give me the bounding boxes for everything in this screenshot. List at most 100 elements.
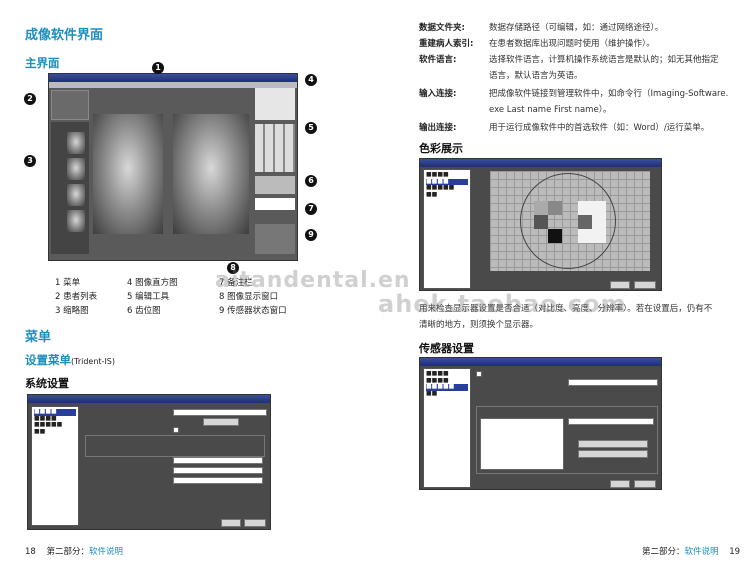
callout-2: 2 [24,93,36,105]
menu-heading: 菜单 [25,330,52,345]
settings-menu-heading: 设置菜单(Trident-IS) [25,352,115,368]
gray-block [534,215,548,229]
sensor-checkbox[interactable] [476,371,482,377]
output-link-field[interactable] [173,477,263,484]
patient-list [51,90,89,120]
page-title: 成像软件界面 [25,28,104,43]
main-ui-heading: 主界面 [25,56,60,70]
settings-menu-label: 设置菜单 [25,353,71,367]
desc-text: 语言，默认语言为英语。 [489,71,583,81]
footer-section: 第二部分： [642,547,685,557]
window-titlebar [49,74,297,82]
tree-item[interactable]: ■■ [34,428,76,436]
browse-button[interactable] [203,418,239,426]
ok-button[interactable] [221,519,241,527]
window-titlebar [28,395,270,403]
callout-4: 4 [305,74,317,86]
sensor-status-window [255,224,295,254]
sensor-settings-screenshot: ■■■■ ■■■■ ■■■■■ ■■ [419,357,662,490]
desc-label: 输入连接: [419,89,457,99]
callout-3: 3 [24,155,36,167]
footer-section-name: 软件说明 [684,547,719,557]
page-number: 19 [729,547,741,557]
sensor-select[interactable] [568,379,658,386]
legend-item: 2 患者列表 [55,292,98,302]
gray-block [548,229,562,243]
desc-text: 用于运行成像软件中的首选软件（如：Word）/运行菜单。 [489,123,710,133]
callout-1: 1 [152,62,164,74]
desc-label: 输出连接: [419,123,457,133]
desc-label: 重建病人索引: [419,39,474,49]
image-display-right[interactable] [173,114,249,234]
main-ui-screenshot [48,73,298,261]
desc-row: 输出连接: 用于运行成像软件中的首选软件（如：Word）/运行菜单。 [419,120,739,136]
desc-text: 选择软件语言，计算机操作系统语言是默认的；如无其他指定 [489,55,719,65]
tree-item[interactable]: ■■ [426,390,468,398]
sensor-list[interactable] [480,418,564,470]
data-folder-field[interactable] [173,409,267,416]
gray-block [548,201,562,215]
sensor-button-2[interactable] [578,450,648,458]
settings-panel [85,435,265,457]
color-display-heading: 色彩展示 [419,142,463,155]
footer-section-name: 软件说明 [89,547,124,557]
legend-item: 4 图像直方图 [127,278,178,288]
thumbnail[interactable] [67,132,85,154]
settings-description-list: 数据文件夹: 数据存储路径（可编辑，如：通过网络途径）。 重建病人索引: 在患者… [419,20,739,136]
histogram [255,88,295,120]
language-select[interactable] [173,457,263,464]
gray-block [578,215,592,229]
input-link-field[interactable] [173,467,263,474]
watermark: ahek.taobao.com [378,290,627,318]
settings-tree[interactable]: ■■■■ ■■■■ ■■■■■ ■■ [423,169,471,289]
sensor-button-1[interactable] [578,440,648,448]
desc-row: 重建病人索引: 在患者数据库出现问题时使用（维护操作）。 [419,36,739,52]
sensor-settings-heading: 传感器设置 [419,342,474,355]
tree-item[interactable]: ■■ [426,191,468,199]
window-titlebar [420,159,661,167]
sensor-type-select[interactable] [568,418,654,425]
thumbnail[interactable] [67,158,85,180]
callout-9: 9 [305,229,317,241]
test-pattern [490,171,650,271]
right-footer: 第二部分：软件说明 19 [642,545,740,557]
settings-tree[interactable]: ■■■■ ■■■■ ■■■■■ ■■ [423,368,471,488]
color-display-screenshot: ■■■■ ■■■■ ■■■■■ ■■ [419,158,662,291]
cancel-button[interactable] [634,281,656,289]
footer-section: 第二部分： [46,547,90,557]
edit-tools[interactable] [255,124,295,172]
notes-field[interactable] [255,198,295,210]
image-display-left[interactable] [93,114,163,234]
callout-5: 5 [305,122,317,134]
legend-item: 9 传感器状态窗口 [219,306,287,316]
settings-tree[interactable]: ■■■■ ■■■■ ■■■■■ ■■ [31,406,79,526]
desc-row: 数据文件夹: 数据存储路径（可编辑，如：通过网络途径）。 [419,20,739,36]
thumbnail[interactable] [67,184,85,206]
legend-item: 1 菜单 [55,278,81,288]
legend-item: 6 齿位图 [127,306,161,316]
cancel-button[interactable] [634,480,656,488]
system-settings-screenshot: ■■■■ ■■■■ ■■■■■ ■■ [27,394,271,530]
desc-text: 在患者数据库出现问题时使用（维护操作）。 [489,39,655,49]
desc-text: 把成像软件链接到管理软件中，如命令行（Imaging-Software. [489,89,729,99]
rebuild-checkbox[interactable] [173,427,179,433]
callout-6: 6 [305,175,317,187]
left-footer: 18 第二部分：软件说明 [25,545,123,557]
cancel-button[interactable] [244,519,266,527]
callout-7: 7 [305,203,317,215]
legend-item: 3 缩略图 [55,306,89,316]
desc-line: 清晰的地方，则须换个显示器。 [419,320,539,330]
gray-block [534,201,548,215]
thumbnail-strip [51,122,89,254]
ok-button[interactable] [610,281,630,289]
desc-row: 输入连接: 把成像软件链接到管理软件中，如命令行（Imaging-Softwar… [419,86,739,118]
tooth-chart[interactable] [255,176,295,194]
desc-label: 数据文件夹: [419,23,465,33]
settings-menu-sub: (Trident-IS) [71,357,115,366]
desc-text: exe Last name First name）。 [489,105,612,115]
desc-label: 软件语言: [419,55,457,65]
thumbnail[interactable] [67,210,85,232]
system-settings-heading: 系统设置 [25,377,69,390]
legend-item: 5 编辑工具 [127,292,170,302]
ok-button[interactable] [610,480,630,488]
